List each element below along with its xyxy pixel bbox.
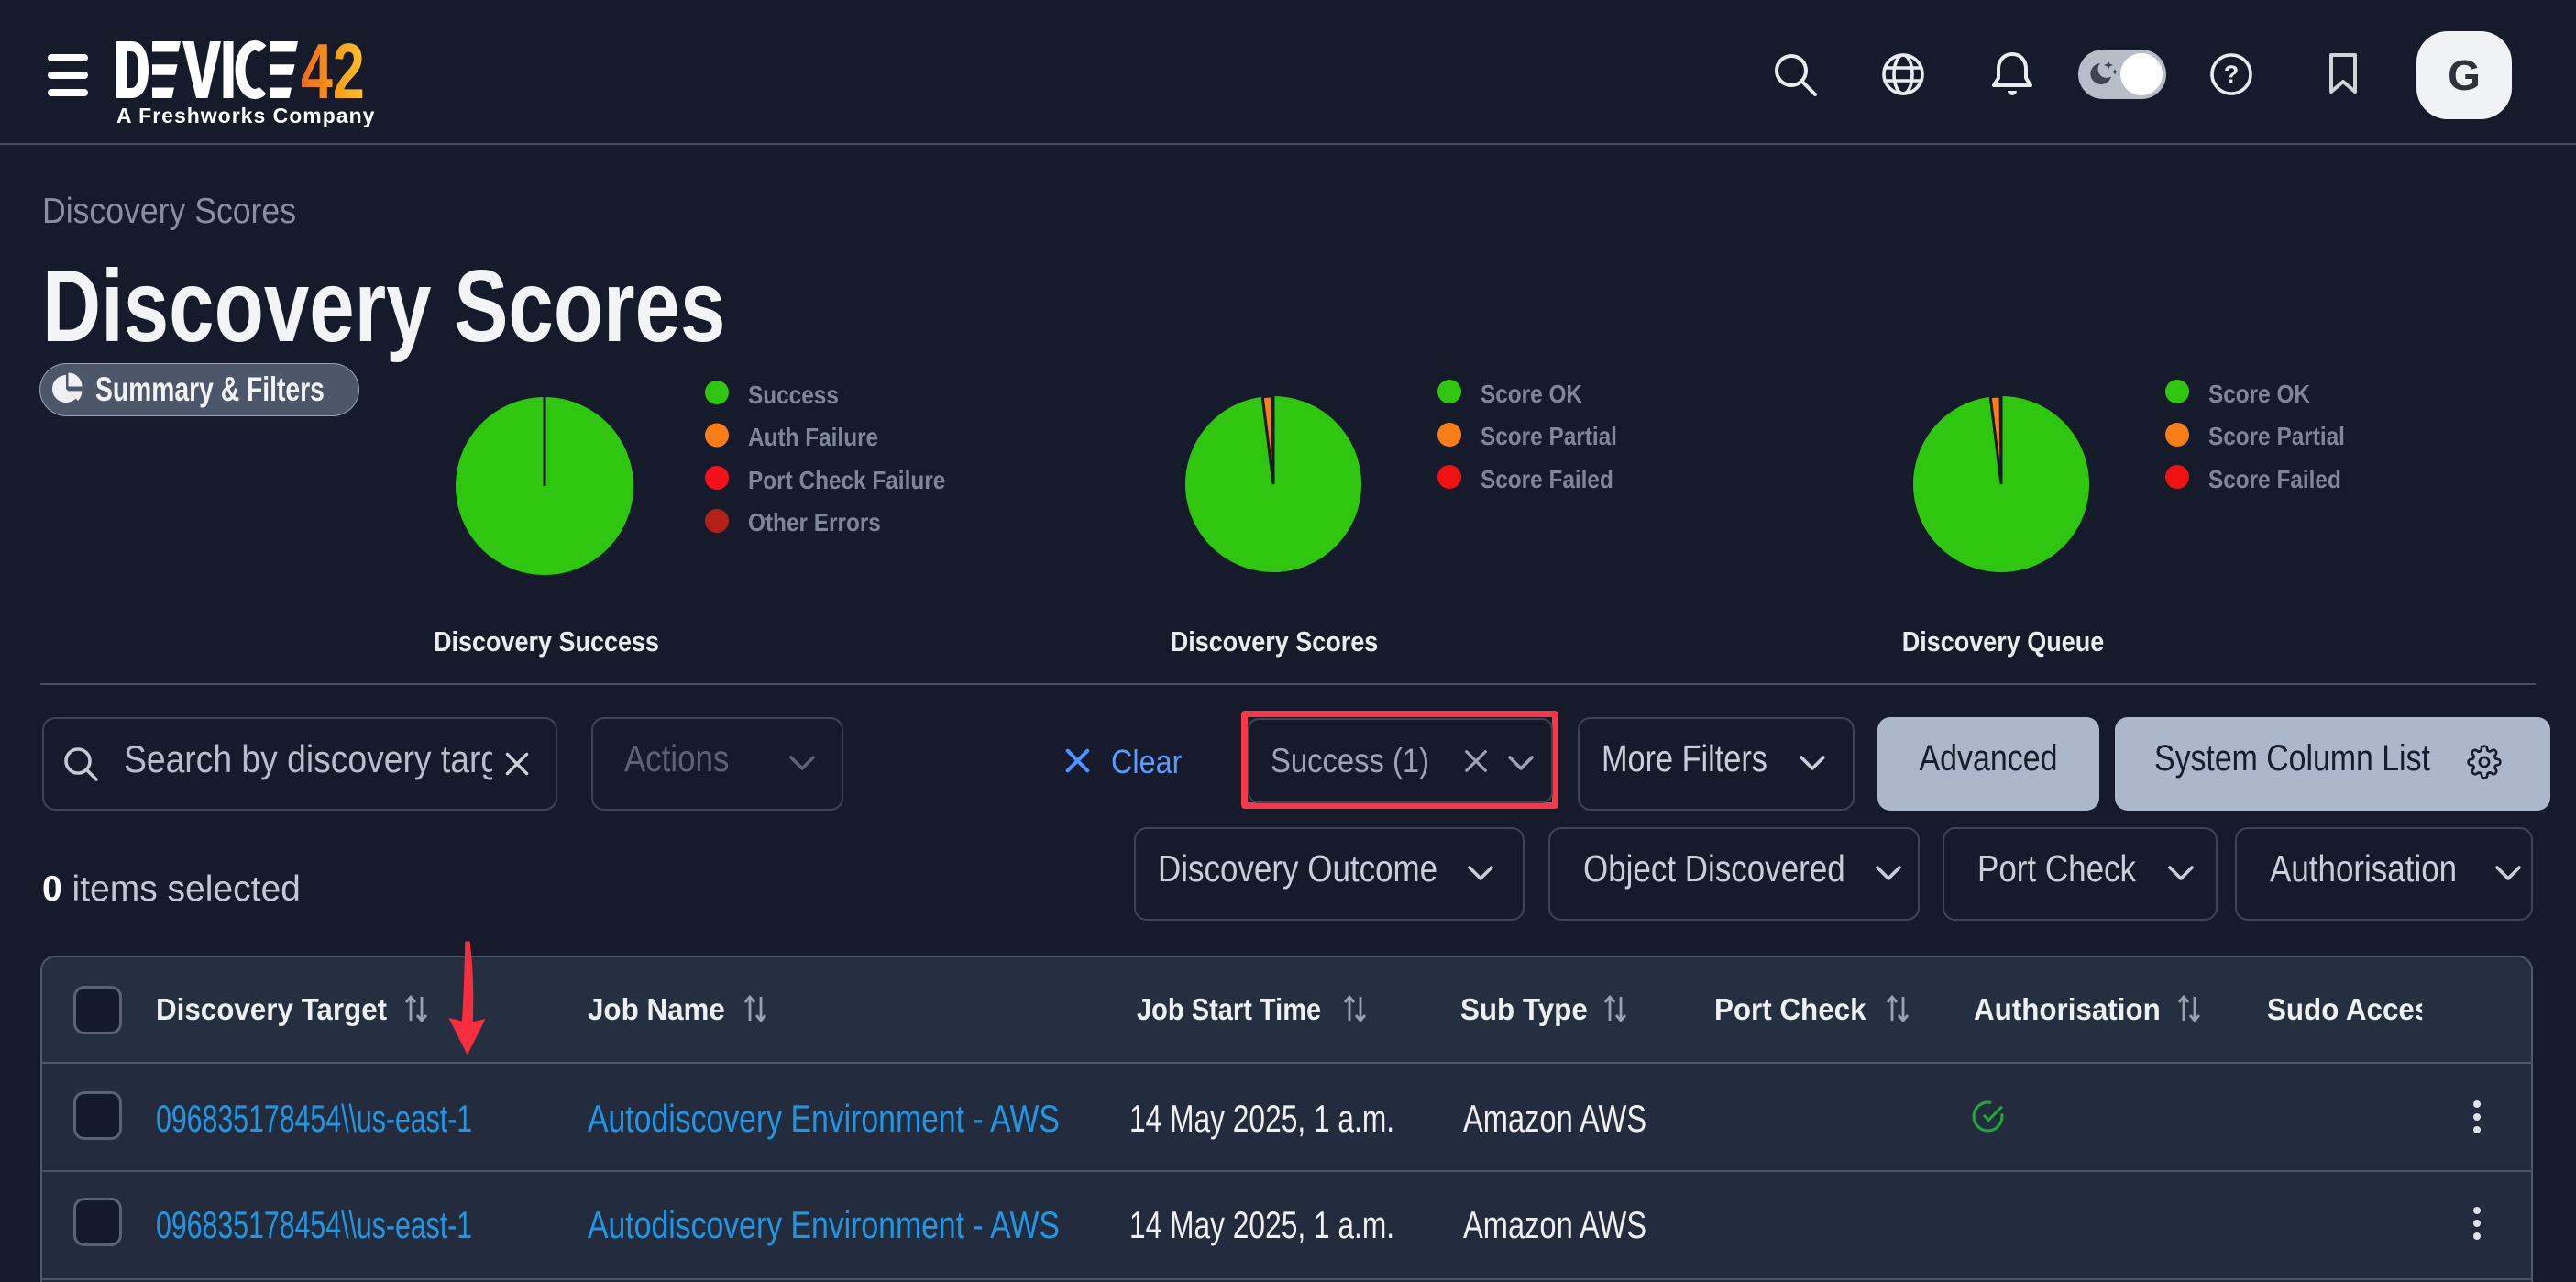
svg-text:42: 42 [301, 27, 365, 115]
svg-text:?: ? [2224, 61, 2240, 88]
